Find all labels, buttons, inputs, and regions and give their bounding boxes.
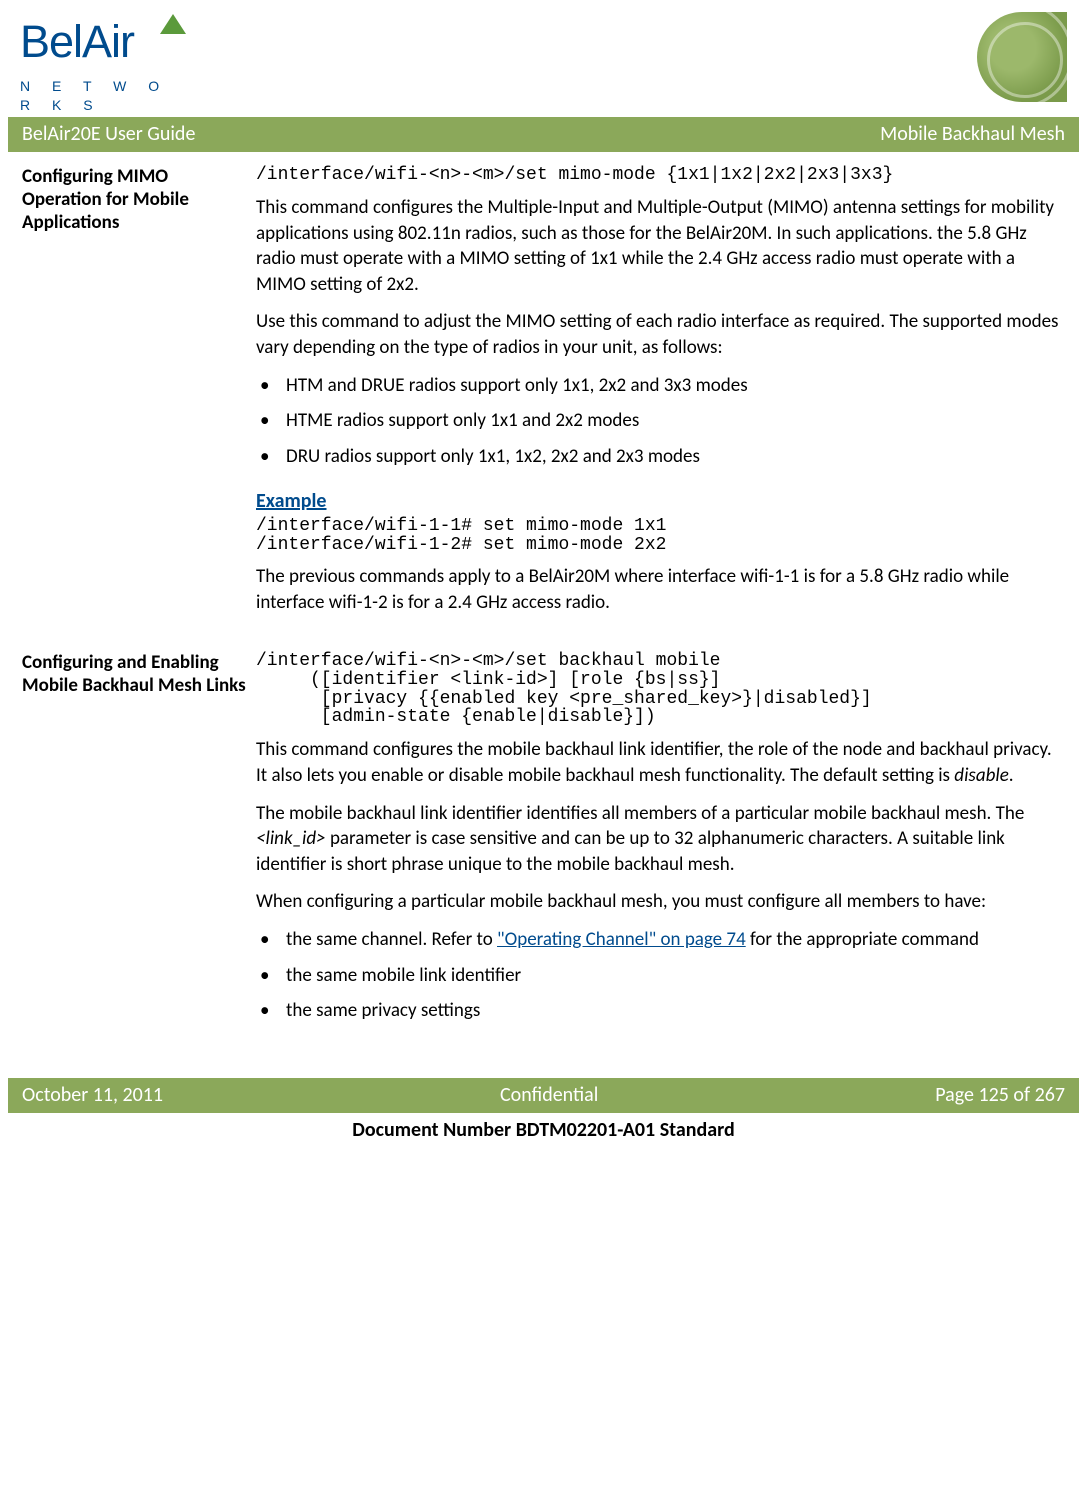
linkid-term: <link_id> (256, 827, 326, 850)
mimo-p1: This command configures the Multiple-Inp… (256, 195, 1065, 298)
list-item: the same mobile link identifier (256, 963, 1065, 989)
logo-bar: BelAir N E T W O R K S (8, 12, 1079, 111)
list-item: the same channel. Refer to "Operating Ch… (256, 927, 1065, 953)
example-code: /interface/wifi-1-1# set mimo-mode 1x1 /… (256, 517, 1065, 555)
side-heading-mimo: Configuring MIMO Operation for Mobile Ap… (22, 166, 252, 628)
brand-subtitle: N E T W O R K S (20, 77, 195, 115)
example-heading: Example (256, 488, 1065, 515)
bh-p1: This command configures the mobile backh… (256, 737, 1065, 788)
list-item: HTME radios support only 1x1 and 2x2 mod… (256, 408, 1065, 434)
page-content: Configuring MIMO Operation for Mobile Ap… (8, 152, 1079, 1078)
footer-date: October 11, 2011 (22, 1082, 163, 1109)
doc-title: BelAir20E User Guide (22, 121, 195, 148)
side-heading-backhaul: Configuring and Enabling Mobile Backhaul… (22, 652, 252, 1034)
bh-p2: The mobile backhaul link identifier iden… (256, 801, 1065, 878)
logo-triangle-icon (160, 14, 186, 34)
bh-p3: When configuring a particular mobile bac… (256, 889, 1065, 915)
footer-page: Page 125 of 267 (935, 1082, 1065, 1109)
mimo-p3: The previous commands apply to a BelAir2… (256, 564, 1065, 615)
section-title: Mobile Backhaul Mesh (880, 121, 1065, 148)
section-mimo: Configuring MIMO Operation for Mobile Ap… (22, 166, 1065, 628)
list-item: the same privacy settings (256, 998, 1065, 1024)
list-item: HTM and DRUE radios support only 1x1, 2x… (256, 373, 1065, 399)
header-bar: BelAir20E User Guide Mobile Backhaul Mes… (8, 117, 1079, 152)
footer-confidential: Confidential (500, 1082, 598, 1109)
section-backhaul: Configuring and Enabling Mobile Backhaul… (22, 652, 1065, 1034)
brand-logo: BelAir N E T W O R K S (20, 12, 195, 107)
cmd-mimo: /interface/wifi-<n>-<m>/set mimo-mode {1… (256, 166, 1065, 185)
footer-bar: October 11, 2011 Confidential Page 125 o… (8, 1078, 1079, 1113)
bh-list: the same channel. Refer to "Operating Ch… (256, 927, 1065, 1024)
mimo-list: HTM and DRUE radios support only 1x1, 2x… (256, 373, 1065, 470)
brand-name: BelAir (20, 12, 134, 73)
document-number: Document Number BDTM02201-A01 Standard (8, 1113, 1079, 1148)
operating-channel-link[interactable]: "Operating Channel" on page 74 (497, 928, 746, 951)
mimo-p2: Use this command to adjust the MIMO sett… (256, 309, 1065, 360)
disable-term: disable (954, 764, 1009, 787)
globe-icon (977, 12, 1067, 102)
cmd-backhaul: /interface/wifi-<n>-<m>/set backhaul mob… (256, 652, 1065, 728)
list-item: DRU radios support only 1x1, 1x2, 2x2 an… (256, 444, 1065, 470)
